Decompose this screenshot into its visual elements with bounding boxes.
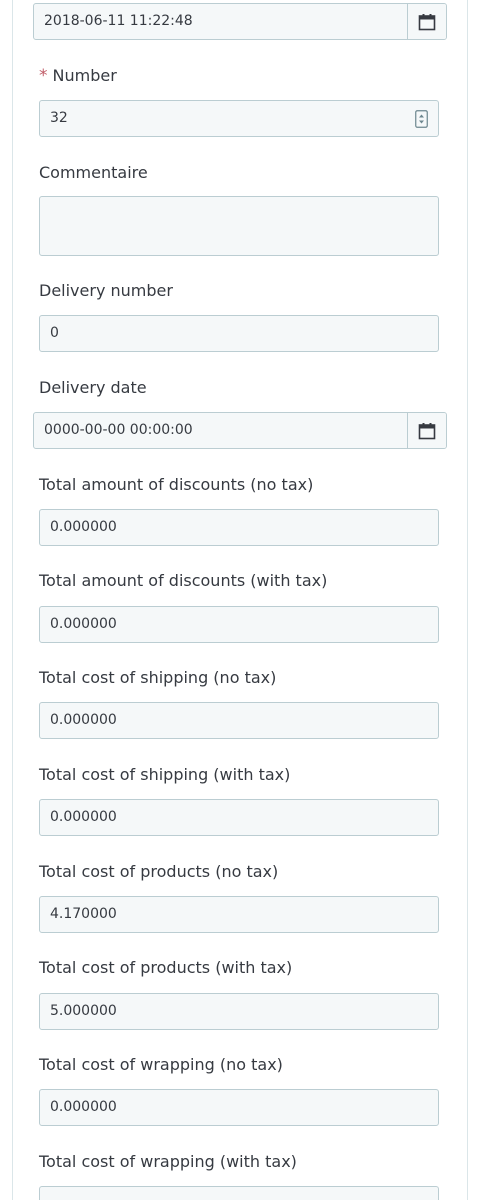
invoice-edit-page: 2018-06-11 11:22:48 * Number 32 Commentai…	[0, 0, 480, 1200]
delivery-date-input[interactable]: 0000-00-00 00:00:00	[33, 412, 447, 449]
total-shipping-tax-incl-label: Total cost of shipping (with tax)	[39, 765, 291, 784]
number-label-text: Number	[52, 66, 117, 85]
total-wrapping-tax-excl-label: Total cost of wrapping (no tax)	[39, 1055, 283, 1074]
total-shipping-tax-excl-label: Total cost of shipping (no tax)	[39, 668, 277, 687]
required-mark: *	[39, 66, 48, 86]
total-products-label: Total cost of products (no tax)	[39, 862, 279, 881]
date-add-input[interactable]: 2018-06-11 11:22:48	[33, 3, 447, 40]
number-input[interactable]: 32	[39, 100, 439, 137]
number-value: 32	[50, 110, 68, 126]
total-products-wt-label: Total cost of products (with tax)	[39, 958, 293, 977]
total-products-wt-input[interactable]: 5.000000	[39, 993, 439, 1030]
total-shipping-tax-excl-input[interactable]: 0.000000	[39, 702, 439, 739]
total-wrapping-tax-incl-label: Total cost of wrapping (with tax)	[39, 1152, 297, 1171]
total-discounts-tax-incl-input[interactable]: 0.000000	[39, 606, 439, 643]
total-wrapping-tax-excl-input[interactable]: 0.000000	[39, 1089, 439, 1126]
calendar-icon	[418, 13, 436, 30]
delivery-date-label: Delivery date	[39, 378, 147, 397]
spinner-icon[interactable]	[415, 110, 428, 128]
total-discounts-tax-excl-input[interactable]: 0.000000	[39, 509, 439, 546]
total-discounts-tax-excl-label: Total amount of discounts (no tax)	[39, 475, 314, 494]
date-add-value: 2018-06-11 11:22:48	[44, 13, 193, 29]
date-add-calendar-button[interactable]	[407, 4, 446, 39]
total-discounts-tax-incl-label: Total amount of discounts (with tax)	[39, 571, 328, 590]
calendar-icon	[418, 422, 436, 439]
number-label: * Number	[39, 66, 117, 86]
delivery-number-input[interactable]: 0	[39, 315, 439, 352]
commentaire-textarea[interactable]	[39, 196, 439, 256]
delivery-date-calendar-button[interactable]	[407, 413, 446, 448]
delivery-date-value: 0000-00-00 00:00:00	[44, 422, 193, 438]
total-wrapping-tax-incl-input[interactable]	[39, 1186, 439, 1200]
total-products-input[interactable]: 4.170000	[39, 896, 439, 933]
total-shipping-tax-incl-input[interactable]: 0.000000	[39, 799, 439, 836]
commentaire-label: Commentaire	[39, 163, 148, 182]
delivery-number-label: Delivery number	[39, 281, 173, 300]
